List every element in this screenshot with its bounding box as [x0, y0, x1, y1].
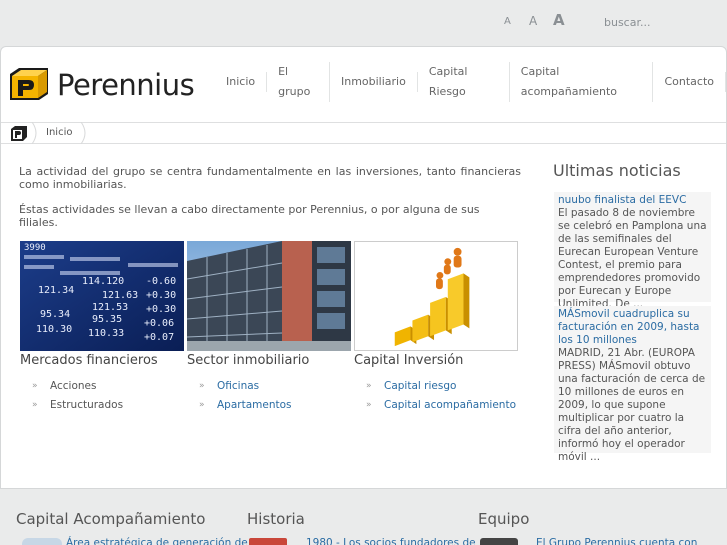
bullet-icon: » [199, 381, 205, 391]
bullet-icon: » [199, 400, 205, 410]
news-item: nuubo finalista del EEVC El pasado 8 de … [554, 192, 711, 310]
main-nav: Inicio El grupo Inmobiliario Capital Rie… [215, 62, 726, 102]
ticker-value: 110.33 [88, 328, 124, 339]
footer-heading-capital: Capital Acompañamiento [16, 510, 206, 528]
bullet-icon: » [366, 381, 372, 391]
climbing-figure-steps-image[interactable] [354, 241, 518, 351]
ticker-value: 121.34 [38, 285, 74, 296]
link-apartamentos[interactable]: Apartamentos [217, 399, 292, 411]
site-logo[interactable]: Perennius [10, 68, 200, 108]
card-title: Mercados financieros [20, 353, 158, 368]
link-estructurados[interactable]: Estructurados [50, 399, 123, 411]
ticker-value: 114.120 [82, 276, 124, 287]
breadcrumb-separator-icon [80, 122, 86, 144]
ticker-value: 110.30 [36, 324, 72, 335]
bullet-icon: » [366, 400, 372, 410]
nav-inmobiliario[interactable]: Inmobiliario [330, 72, 418, 92]
globe-icon [22, 538, 62, 545]
font-size-small-button[interactable]: A [504, 16, 511, 27]
stock-ticker-image[interactable]: 3990 114.120 -0.60 121.34 121.63 +0.30 1… [20, 241, 184, 351]
home-icon[interactable] [11, 126, 27, 141]
list-item[interactable]: » Apartamentos [187, 396, 351, 415]
news-heading: Ultimas noticias [553, 161, 681, 180]
card-sector-inmobiliario: Sector inmobiliario » Oficinas » Apartamen… [187, 241, 351, 415]
link-capital-riesgo[interactable]: Capital riesgo [384, 380, 456, 392]
news-headline-link[interactable]: nuubo finalista del EEVC [558, 194, 707, 207]
footer-heading-equipo: Equipo [478, 510, 530, 528]
news-body: El pasado 8 de noviembre se celebró en P… [558, 207, 707, 310]
news-headline-link[interactable]: MÁSmovil cuadruplica su facturación en 2… [558, 308, 707, 347]
bullet-icon: » [32, 400, 38, 410]
main-panel: Perennius Inicio El grupo Inmobiliario C… [0, 46, 727, 489]
ticker-value: +0.30 [146, 304, 176, 315]
list-item[interactable]: » Capital riesgo [354, 377, 518, 396]
ticker-value: 3990 [24, 243, 46, 253]
nav-capital-riesgo[interactable]: Capital Riesgo [418, 62, 510, 102]
footer-heading-historia: Historia [247, 510, 305, 528]
nav-el-grupo[interactable]: El grupo [267, 62, 330, 102]
card-link-list: » Acciones » Estructurados [20, 377, 184, 415]
link-capital-acompanamiento[interactable]: Capital acompañamiento [384, 399, 516, 411]
font-size-large-button[interactable]: A [553, 11, 565, 29]
intro-paragraph: La actividad del grupo se centra fundame… [19, 165, 521, 191]
breadcrumb-item-inicio[interactable]: Inicio [46, 127, 72, 138]
card-title: Sector inmobiliario [187, 353, 310, 368]
list-item[interactable]: » Oficinas [187, 377, 351, 396]
ticker-value: +0.30 [146, 290, 176, 301]
list-item[interactable]: » Capital acompañamiento [354, 396, 518, 415]
top-bar: A A A [0, 0, 727, 46]
history-thumbnail-icon [249, 538, 287, 545]
search-input[interactable] [598, 11, 720, 33]
ticker-value: 121.53 [92, 302, 128, 313]
perennius-logo-icon [10, 68, 48, 100]
ticker-value: -0.60 [146, 276, 176, 287]
ticker-value: +0.07 [144, 332, 174, 343]
footer-link-equipo[interactable]: El Grupo Perennius cuenta con [536, 537, 697, 545]
nav-inicio[interactable]: Inicio [215, 72, 268, 92]
footer-link-capital[interactable]: Área estratégica de generación de [66, 537, 248, 545]
ticker-value: 95.34 [40, 309, 70, 320]
ticker-value: 121.63 [102, 290, 138, 301]
intro-paragraph-2: Éstas actividades se llevan a cabo direc… [19, 203, 480, 229]
card-title: Capital Inversión [354, 353, 464, 368]
team-thumbnail-icon [480, 538, 518, 545]
breadcrumb-separator-icon [31, 122, 37, 144]
card-capital-inversion: Capital Inversión » Capital riesgo » Capit… [354, 241, 518, 415]
link-acciones[interactable]: Acciones [50, 380, 96, 392]
logo-text: Perennius [57, 68, 195, 102]
news-body: MADRID, 21 Abr. (EUROPA PRESS) MÁSmovil … [558, 347, 706, 463]
breadcrumb: Inicio [1, 122, 726, 144]
bullet-icon: » [32, 381, 38, 391]
office-building-image[interactable] [187, 241, 351, 351]
nav-contacto[interactable]: Contacto [653, 72, 726, 92]
footer-link-historia[interactable]: 1980 - Los socios fundadores de [306, 537, 476, 545]
list-item[interactable]: » Acciones [20, 377, 184, 396]
ticker-value: +0.06 [144, 318, 174, 329]
font-size-medium-button[interactable]: A [529, 14, 537, 28]
link-oficinas[interactable]: Oficinas [217, 380, 259, 392]
ticker-value: 95.35 [92, 314, 122, 325]
list-item[interactable]: » Estructurados [20, 396, 184, 415]
nav-capital-acompanamiento[interactable]: Capital acompañamiento [510, 62, 654, 102]
card-link-list: » Capital riesgo » Capital acompañamiento [354, 377, 518, 415]
card-link-list: » Oficinas » Apartamentos [187, 377, 351, 415]
card-mercados-financieros: 3990 114.120 -0.60 121.34 121.63 +0.30 1… [20, 241, 184, 415]
news-item: MÁSmovil cuadruplica su facturación en 2… [554, 306, 711, 463]
